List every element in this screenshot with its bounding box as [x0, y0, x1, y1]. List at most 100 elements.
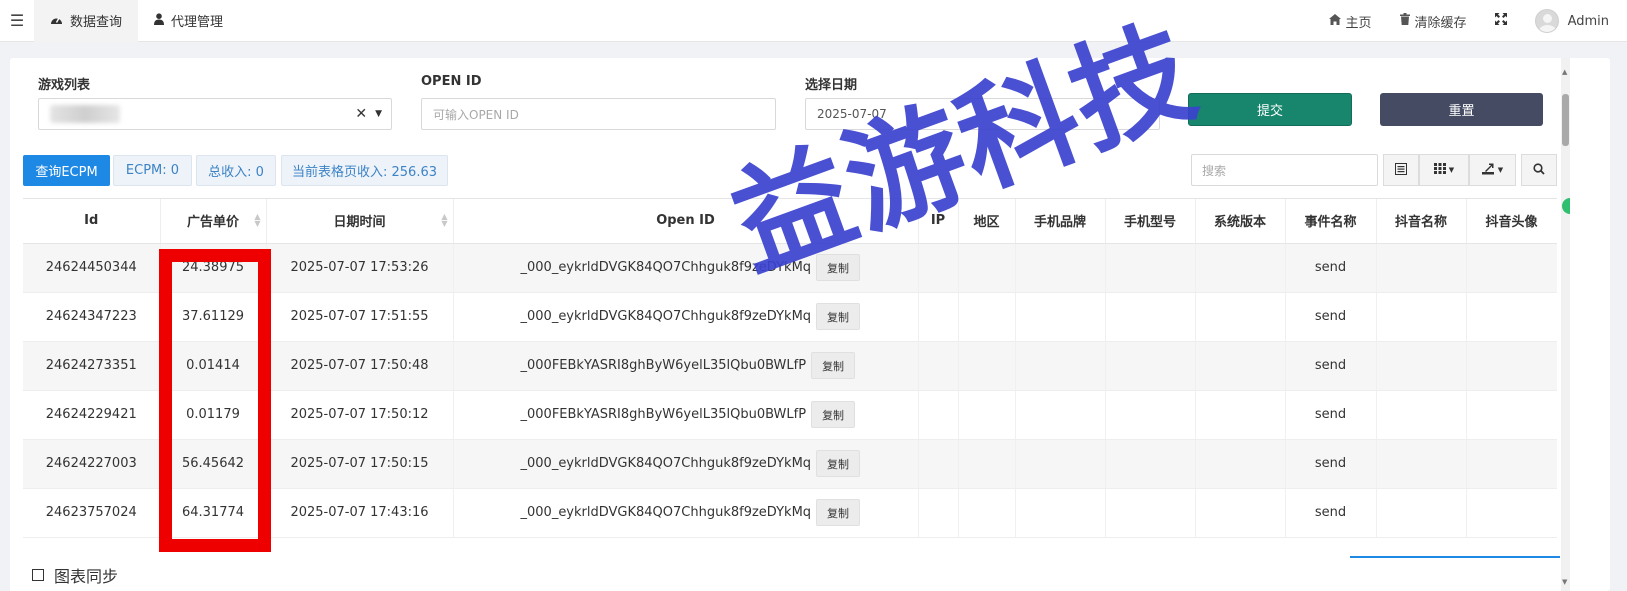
- col-header-phone-brand[interactable]: 手机品牌: [1015, 199, 1106, 244]
- game-list-label: 游戏列表: [38, 78, 91, 93]
- trash-icon: [1399, 13, 1410, 29]
- scroll-down-icon[interactable]: ▼: [1562, 578, 1567, 586]
- cell-openid: _000FEBkYASRI8ghByW6yelL35lQbu0BWLfP 复制: [453, 390, 919, 440]
- table-row[interactable]: 24624450344 24.38975 2025-07-07 17:53:26…: [23, 243, 1557, 293]
- col-header-id[interactable]: Id: [23, 199, 161, 244]
- cell-ip: [918, 341, 959, 391]
- cell-os-version: [1195, 341, 1286, 391]
- export-dropdown[interactable]: ▼: [1469, 154, 1516, 186]
- search-button[interactable]: [1521, 154, 1557, 186]
- cell-id: 24624347223: [23, 292, 161, 342]
- chart-sync-title-text: 图表同步: [54, 567, 119, 586]
- cell-event: send: [1285, 243, 1377, 293]
- clear-icon[interactable]: ✕: [355, 106, 367, 122]
- page-income-badge: 当前表格页收入: 256.63: [281, 155, 448, 186]
- col-header-phone-model[interactable]: 手机型号: [1105, 199, 1196, 244]
- col-header-os-version[interactable]: 系统版本: [1195, 199, 1286, 244]
- sort-icon[interactable]: ▲ ▼: [441, 213, 447, 228]
- col-header-phone-brand-label: 手机品牌: [1033, 215, 1086, 231]
- cell-region: [958, 341, 1016, 391]
- table-row[interactable]: 24623757024 64.31774 2025-07-07 17:43:16…: [23, 488, 1557, 538]
- fullscreen-icon: [1494, 13, 1507, 29]
- avatar: [1534, 9, 1559, 33]
- cell-phone-model: [1105, 488, 1196, 538]
- submit-button[interactable]: 提交: [1188, 93, 1352, 126]
- openid-text: _000FEBkYASRI8ghByW6yelL35lQbu0BWLfP: [520, 358, 807, 373]
- tab-data-query[interactable]: 数据查询: [34, 0, 139, 42]
- hamburger-icon[interactable]: ☰: [0, 0, 34, 42]
- user-menu[interactable]: Admin: [1521, 0, 1627, 42]
- cell-id: 24624227003: [23, 439, 161, 489]
- cell-region: [958, 243, 1016, 293]
- cell-douyin-name: [1376, 488, 1467, 538]
- cell-phone-brand: [1015, 292, 1106, 342]
- col-header-douyin-name-label: 抖音名称: [1394, 215, 1447, 231]
- cell-event: send: [1285, 439, 1377, 489]
- table-search-input[interactable]: 搜索: [1191, 154, 1378, 186]
- scroll-up-icon[interactable]: ▲: [1562, 68, 1567, 76]
- copy-button[interactable]: 复制: [816, 499, 861, 526]
- username: Admin: [1567, 13, 1609, 29]
- copy-button[interactable]: 复制: [811, 352, 856, 379]
- cell-datetime: 2025-07-07 17:53:26: [266, 243, 454, 293]
- ecpm-badge: ECPM: 0: [113, 155, 192, 186]
- table-search-placeholder: 搜索: [1202, 163, 1227, 178]
- fullscreen-button[interactable]: [1481, 0, 1521, 42]
- cell-phone-brand: [1015, 488, 1106, 538]
- caret-down-icon[interactable]: ▼: [375, 109, 382, 119]
- columns-dropdown[interactable]: ▼: [1419, 154, 1469, 186]
- scrollbar-thumb[interactable]: [1562, 94, 1569, 146]
- cell-openid: _000_eykrldDVGK84QO7Chhguk8f9zeDYkMq 复制: [453, 439, 919, 489]
- chart-sync-section: 图表同步: [10, 557, 1550, 591]
- cell-price: 37.61129: [160, 292, 267, 342]
- col-header-openid[interactable]: Open ID: [453, 199, 919, 244]
- col-header-price-label: 广告单价: [186, 215, 239, 231]
- cell-datetime: 2025-07-07 17:43:16: [266, 488, 454, 538]
- copy-button[interactable]: 复制: [816, 450, 861, 477]
- home-icon: [1328, 13, 1341, 29]
- cell-phone-model: [1105, 243, 1196, 293]
- clear-cache-button[interactable]: 清除缓存: [1386, 0, 1481, 42]
- cell-ip: [918, 439, 959, 489]
- openid-text: _000_eykrldDVGK84QO7Chhguk8f9zeDYkMq: [520, 260, 812, 275]
- game-select[interactable]: ✕ ▼: [38, 98, 392, 130]
- openid-input[interactable]: 可输入OPEN ID: [421, 98, 776, 130]
- col-header-ip[interactable]: IP: [918, 199, 959, 244]
- toggle-view-button[interactable]: [1383, 154, 1419, 186]
- home-label: 主页: [1345, 15, 1372, 31]
- reset-button[interactable]: 重置: [1380, 93, 1543, 126]
- col-header-price[interactable]: 广告单价 ▲ ▼: [160, 199, 267, 244]
- clear-cache-label: 清除缓存: [1414, 15, 1467, 31]
- col-header-douyin-name[interactable]: 抖音名称: [1376, 199, 1467, 244]
- table-row[interactable]: 24624229421 0.01179 2025-07-07 17:50:12 …: [23, 390, 1557, 440]
- cell-region: [958, 439, 1016, 489]
- tab-agent-management[interactable]: 代理管理: [138, 0, 239, 42]
- date-input[interactable]: 2025-07-07: [805, 98, 1160, 130]
- col-header-datetime[interactable]: 日期时间 ▲ ▼: [266, 199, 454, 244]
- copy-button[interactable]: 复制: [816, 254, 861, 281]
- cell-douyin-name: [1376, 390, 1467, 440]
- copy-button[interactable]: 复制: [816, 303, 861, 330]
- cell-price: 64.31774: [160, 488, 267, 538]
- copy-button[interactable]: 复制: [811, 401, 856, 428]
- grid-icon: [1433, 163, 1446, 177]
- caret-down-icon: ▼: [1497, 166, 1504, 174]
- chart-sync-title: 图表同步: [32, 563, 118, 587]
- openid-label: OPEN ID: [421, 74, 482, 89]
- cell-id: 24624450344: [23, 243, 161, 293]
- cell-id: 24623757024: [23, 488, 161, 538]
- sort-icon[interactable]: ▲ ▼: [254, 213, 260, 228]
- cell-openid: _000_eykrldDVGK84QO7Chhguk8f9zeDYkMq 复制: [453, 243, 919, 293]
- table-row[interactable]: 24624273351 0.01414 2025-07-07 17:50:48 …: [23, 341, 1557, 391]
- cell-openid: _000_eykrldDVGK84QO7Chhguk8f9zeDYkMq 复制: [453, 488, 919, 538]
- cell-region: [958, 292, 1016, 342]
- search-icon: [1533, 162, 1545, 178]
- col-header-region[interactable]: 地区: [958, 199, 1016, 244]
- home-link[interactable]: 主页: [1315, 0, 1386, 42]
- query-ecpm-button[interactable]: 查询ECPM: [23, 155, 110, 186]
- table-row[interactable]: 24624227003 56.45642 2025-07-07 17:50:15…: [23, 439, 1557, 489]
- col-header-event[interactable]: 事件名称: [1285, 199, 1377, 244]
- page-scrollbar[interactable]: ▲ ▼: [1561, 58, 1570, 591]
- table-row[interactable]: 24624347223 37.61129 2025-07-07 17:51:55…: [23, 292, 1557, 342]
- col-header-douyin-avatar[interactable]: 抖音头像: [1466, 199, 1557, 244]
